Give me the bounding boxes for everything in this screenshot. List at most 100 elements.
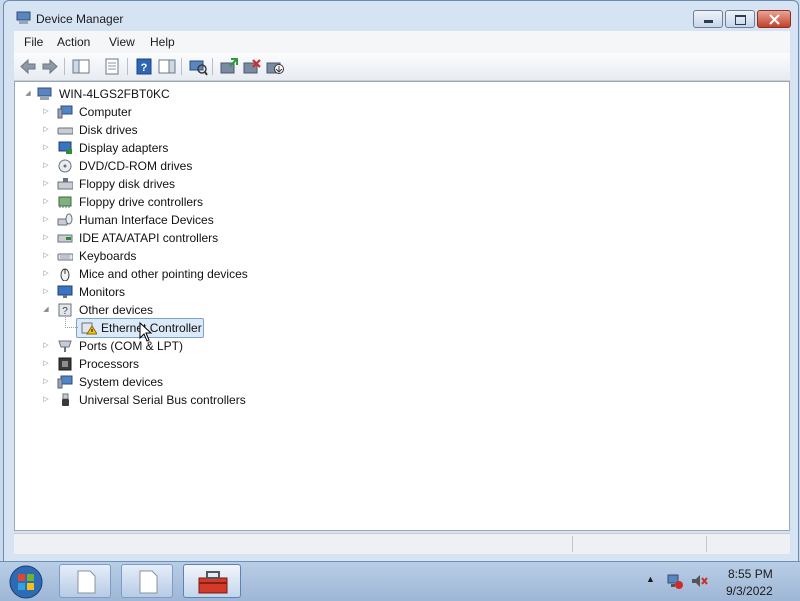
menu-help[interactable]: Help xyxy=(150,35,175,49)
expand-arrow-icon[interactable]: ▷ xyxy=(41,139,51,157)
expand-arrow-icon[interactable]: ▷ xyxy=(41,355,51,373)
toolbar-separator xyxy=(64,58,65,75)
network-icon[interactable] xyxy=(666,572,684,590)
status-divider xyxy=(572,536,573,552)
tree-item-label: Monitors xyxy=(79,285,126,299)
taskbar: ▲ 8:55 PM 9/3/2022 xyxy=(0,561,800,601)
menu-action[interactable]: Action xyxy=(57,35,90,49)
tree-item-label: Disk drives xyxy=(79,123,138,137)
port-icon xyxy=(58,340,72,352)
close-icon xyxy=(769,14,780,25)
tree-item-label: Human Interface Devices xyxy=(79,213,214,227)
action-pane-icon[interactable] xyxy=(157,57,177,76)
taskbar-document[interactable] xyxy=(121,564,173,598)
expand-arrow-icon[interactable]: ▷ xyxy=(41,229,51,247)
taskbar-file-explorer[interactable] xyxy=(59,564,111,598)
ide-controller-icon xyxy=(57,234,73,243)
mouse-cursor-icon xyxy=(139,322,153,342)
scan-hardware-icon[interactable] xyxy=(188,57,208,76)
expand-arrow-icon[interactable]: ▷ xyxy=(41,283,51,301)
system-device-icon xyxy=(57,375,73,389)
taskbar-device-manager[interactable] xyxy=(183,564,241,598)
tree-item-label: DVD/CD-ROM drives xyxy=(79,159,193,173)
menu-view[interactable]: View xyxy=(109,35,135,49)
tree-root-label: WIN-4LGS2FBT0KC xyxy=(59,87,170,101)
toolbar-separator xyxy=(127,58,128,75)
maximize-icon xyxy=(735,15,746,25)
clock-time[interactable]: 8:55 PM xyxy=(728,567,773,581)
menu-bar: File Action View Help xyxy=(14,31,790,53)
expand-arrow-icon[interactable]: ▷ xyxy=(41,247,51,265)
expand-arrow-icon[interactable]: ▷ xyxy=(41,211,51,229)
collapse-arrow-icon[interactable]: ◢ xyxy=(41,301,51,319)
keyboard-icon xyxy=(57,253,73,261)
expand-arrow-icon[interactable]: ▷ xyxy=(41,157,51,175)
processor-icon xyxy=(58,357,72,371)
tree-item-label: Keyboards xyxy=(79,249,137,263)
toolbar-separator xyxy=(181,58,182,75)
menu-file[interactable]: File xyxy=(24,35,43,49)
show-hide-console-tree-icon[interactable] xyxy=(71,57,91,76)
floppy-controller-icon xyxy=(58,196,72,208)
start-button[interactable] xyxy=(6,564,46,600)
tree-item-label: Universal Serial Bus controllers xyxy=(79,393,246,407)
help-icon[interactable]: ? xyxy=(134,57,154,76)
expand-arrow-icon[interactable]: ▷ xyxy=(41,265,51,283)
title-bar[interactable]: Device Manager xyxy=(4,1,798,33)
warning-device-icon xyxy=(81,322,97,335)
floppy-drive-icon xyxy=(57,178,73,190)
disk-drive-icon xyxy=(57,127,73,135)
window-title: Device Manager xyxy=(36,12,124,26)
back-arrow-icon[interactable] xyxy=(18,57,38,76)
file-explorer-icon xyxy=(77,570,96,594)
device-manager-window: Device Manager File Action View Help ? ◢… xyxy=(3,0,799,562)
document-icon xyxy=(139,570,158,594)
clock-date[interactable]: 9/3/2022 xyxy=(726,584,773,598)
hid-icon xyxy=(57,213,73,226)
tree-item-label: Floppy disk drives xyxy=(79,177,176,191)
monitor-icon xyxy=(57,285,73,298)
tree-item-label: Display adapters xyxy=(79,141,169,155)
expand-arrow-icon[interactable]: ▷ xyxy=(41,373,51,391)
device-manager-icon xyxy=(16,11,31,24)
tree-connector-line xyxy=(65,310,78,328)
tree-item-label: Ports (COM & LPT) xyxy=(79,339,184,353)
minimize-button[interactable] xyxy=(693,10,723,28)
device-manager-toolbox-icon xyxy=(198,571,228,594)
tree-item-label: System devices xyxy=(79,375,164,389)
toolbar: ? xyxy=(14,53,790,81)
close-button[interactable] xyxy=(757,10,791,28)
status-bar xyxy=(14,533,790,554)
tree-item-label: Computer xyxy=(79,105,132,119)
display-adapter-icon xyxy=(58,141,72,154)
tree-item-label: Floppy drive controllers xyxy=(79,195,204,209)
computer-root-icon xyxy=(37,87,52,100)
expand-arrow-icon[interactable]: ▷ xyxy=(41,391,51,409)
mouse-icon xyxy=(60,268,70,281)
tree-item-label: Mice and other pointing devices xyxy=(79,267,248,281)
forward-arrow-icon[interactable] xyxy=(40,57,60,76)
properties-icon[interactable] xyxy=(102,57,122,76)
svg-text:?: ? xyxy=(141,62,148,74)
expand-arrow-icon[interactable]: ▷ xyxy=(41,103,51,121)
tree-item-label: IDE ATA/ATAPI controllers xyxy=(79,231,219,245)
show-hidden-icons-icon[interactable]: ▲ xyxy=(646,574,655,584)
expand-arrow-icon[interactable]: ▷ xyxy=(41,175,51,193)
maximize-button[interactable] xyxy=(725,10,755,28)
expand-arrow-icon[interactable]: ▷ xyxy=(41,121,51,139)
usb-controller-icon xyxy=(62,393,69,406)
volume-muted-icon[interactable] xyxy=(690,572,708,590)
computer-icon xyxy=(57,105,73,119)
toolbar-separator xyxy=(212,58,213,75)
status-divider xyxy=(706,536,707,552)
collapse-arrow-icon[interactable]: ◢ xyxy=(23,85,33,103)
expand-arrow-icon[interactable]: ▷ xyxy=(41,193,51,211)
dvd-drive-icon xyxy=(58,159,72,173)
disable-device-icon[interactable] xyxy=(265,57,285,76)
update-driver-icon[interactable] xyxy=(219,57,239,76)
minimize-icon xyxy=(704,20,713,23)
tree-item-label: Other devices xyxy=(79,303,154,317)
device-tree-pane[interactable]: ◢ WIN-4LGS2FBT0KC ▷ Computer ▷ Disk driv… xyxy=(14,81,790,531)
uninstall-device-icon[interactable] xyxy=(242,57,262,76)
expand-arrow-icon[interactable]: ▷ xyxy=(41,337,51,355)
